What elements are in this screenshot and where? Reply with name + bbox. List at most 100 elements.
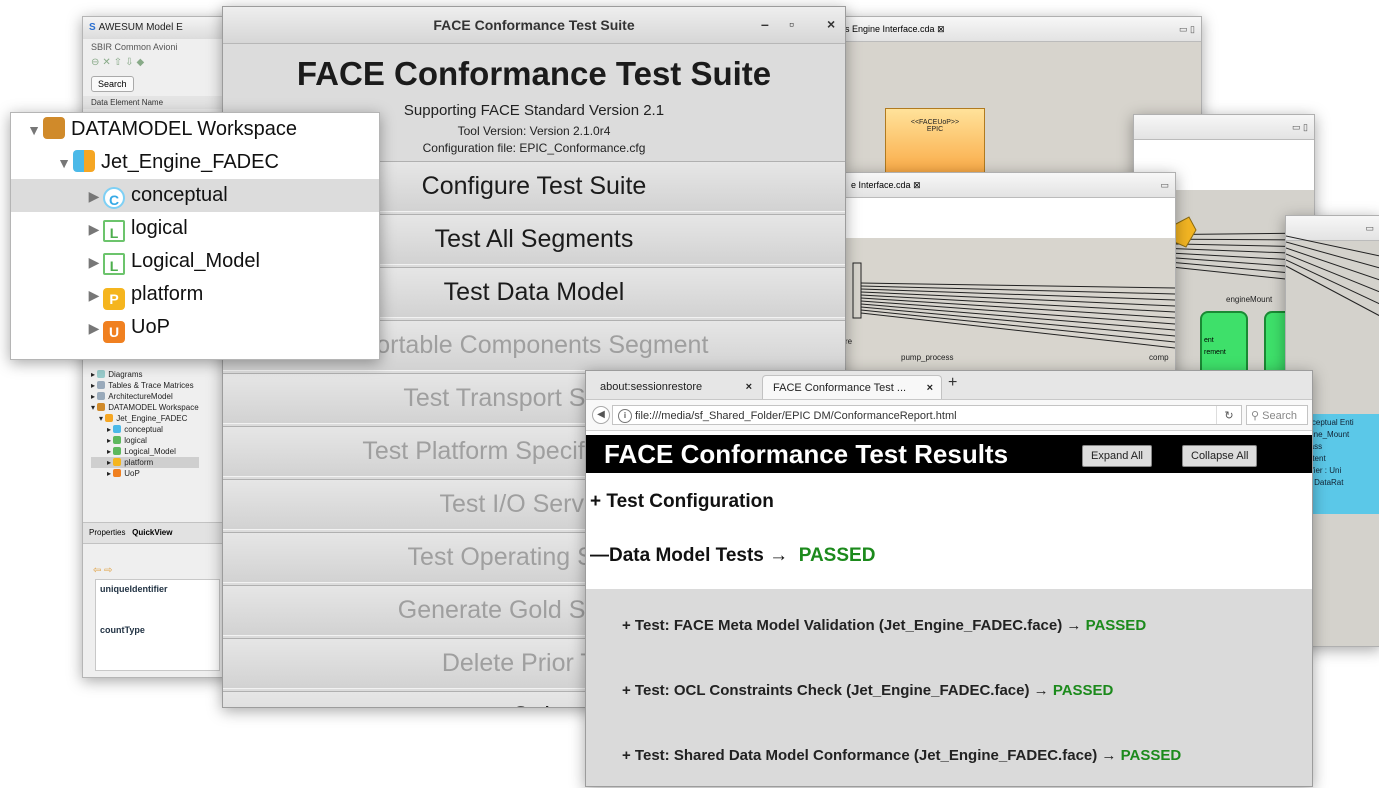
collapse-arrow-icon[interactable]: ▶: [85, 279, 103, 312]
close-tab-icon[interactable]: ×: [746, 375, 752, 399]
nav-arrows-icon[interactable]: ⇦ ⇨: [93, 565, 113, 576]
tree-item-logical-model[interactable]: ▸ Logical_Model: [91, 446, 199, 457]
label-engine-mount: engineMount: [1226, 295, 1273, 304]
status-badge: PASSED: [1120, 747, 1182, 764]
tree-conceptual[interactable]: ▶ Cconceptual: [11, 179, 379, 212]
collapse-arrow-icon[interactable]: ▶: [85, 246, 103, 279]
test-configuration-section[interactable]: + Test Configuration: [590, 491, 774, 513]
uop-icon: U: [103, 321, 125, 343]
workspace-icon: [97, 403, 106, 411]
tree-platform[interactable]: ▶ Pplatform: [11, 278, 379, 311]
window-controls[interactable]: ▭ ▯: [1179, 17, 1195, 41]
project-icon: [73, 150, 95, 172]
close-tab-icon[interactable]: ×: [927, 376, 933, 400]
minimize-icon[interactable]: –: [761, 16, 769, 32]
conceptual-icon: C: [103, 187, 125, 209]
status-badge: PASSED: [798, 545, 876, 566]
close-icon[interactable]: ⊠: [937, 24, 945, 34]
connector-lines: [852, 262, 1175, 349]
report-content: FACE Conformance Test Results Expand All…: [586, 431, 1312, 786]
collapse-arrow-icon[interactable]: ▶: [85, 180, 103, 213]
search-icon: ⚲: [1251, 410, 1260, 422]
workspace-icon: [43, 117, 65, 139]
label-comp: comp: [1149, 353, 1169, 362]
maximize-icon[interactable]: ▫: [789, 16, 794, 32]
diagram-window-2: e Interface.cda ⊠ ▭ pump_process re comp: [844, 172, 1176, 384]
folder-icon: [97, 381, 106, 389]
awesum-search-button[interactable]: Search: [91, 76, 134, 92]
expand-all-button[interactable]: Expand All: [1082, 445, 1152, 467]
awesum-subtitle: SBIR Common Avioni: [91, 42, 178, 52]
reload-icon[interactable]: ↻: [1216, 406, 1241, 424]
awesum-column-header: Data Element Name: [83, 96, 233, 109]
folder-icon: [97, 392, 106, 400]
logical-icon: [113, 436, 122, 444]
new-tab-icon[interactable]: +: [948, 374, 957, 392]
url-bar[interactable]: i file:///media/sf_Shared_Folder/EPIC DM…: [612, 405, 1242, 425]
test-shared-data-model[interactable]: + Test: Shared Data Model Conformance (J…: [622, 747, 1181, 764]
awesum-title: AWESUM Model E: [98, 22, 183, 33]
tree-logical[interactable]: ▶ Llogical: [11, 212, 379, 245]
tree-item-project[interactable]: ▾ Jet_Engine_FADEC: [91, 413, 199, 424]
platform-icon: P: [103, 288, 125, 310]
logical-icon: [113, 447, 122, 455]
test-meta-model-validation[interactable]: + Test: FACE Meta Model Validation (Jet_…: [622, 617, 1146, 634]
platform-icon: [113, 458, 122, 466]
search-input[interactable]: ⚲ Search: [1246, 405, 1308, 425]
awesum-tree: ▸ Diagrams ▸ Tables & Trace Matrices ▸ A…: [91, 369, 199, 479]
browser-tab-conformance[interactable]: FACE Conformance Test ... ×: [762, 375, 942, 399]
data-model-test-list: + Test: FACE Meta Model Validation (Jet_…: [586, 589, 1312, 786]
face-window-title: FACE Conformance Test Suite: [433, 17, 635, 33]
browser-tab-session-restore[interactable]: about:sessionrestore ×: [590, 375, 760, 399]
tree-item-tables[interactable]: ▸ Tables & Trace Matrices: [91, 380, 199, 391]
expand-arrow-icon[interactable]: ▼: [55, 147, 73, 180]
tree-item-architecture[interactable]: ▸ ArchitectureModel: [91, 391, 199, 402]
logical-icon: L: [103, 253, 125, 275]
project-icon: [105, 414, 114, 422]
diagram-tab-1[interactable]: s Engine Interface.cda ⊠ ▭ ▯: [839, 17, 1201, 42]
info-icon[interactable]: i: [618, 409, 632, 423]
tree-workspace[interactable]: ▼ DATAMODEL Workspace: [11, 113, 379, 146]
close-icon[interactable]: ×: [827, 16, 835, 32]
logical-icon: L: [103, 220, 125, 242]
label-re: re: [845, 337, 853, 346]
expand-arrow-icon[interactable]: ▼: [25, 114, 43, 147]
uop-stereotype: <<FACEUoP>>: [910, 119, 960, 126]
face-titlebar: FACE Conformance Test Suite – ▫ ×: [223, 7, 845, 44]
awesum-app-icon: S: [89, 22, 96, 33]
test-ocl-constraints[interactable]: + Test: OCL Constraints Check (Jet_Engin…: [622, 682, 1113, 699]
tree-item-conceptual[interactable]: ▸ conceptual: [91, 424, 199, 435]
tree-logical-model[interactable]: ▶ L Logical_Model: [11, 245, 379, 278]
awesum-view-tabs: Properties QuickView: [83, 522, 233, 544]
data-model-tests-section[interactable]: —Data Model Tests → PASSED: [590, 545, 875, 567]
status-badge: PASSED: [1052, 682, 1114, 699]
tab-properties[interactable]: Properties: [89, 528, 125, 537]
tree-item-logical[interactable]: ▸ logical: [91, 435, 199, 446]
collapse-arrow-icon[interactable]: ▶: [85, 312, 103, 345]
collapse-all-button[interactable]: Collapse All: [1182, 445, 1258, 467]
uop-name: EPIC: [926, 126, 944, 133]
folder-icon: [97, 370, 106, 378]
tree-item-uop[interactable]: ▸ UoP: [91, 468, 199, 479]
uop-icon: [113, 469, 122, 477]
awesum-titlebar: S AWESUM Model E: [83, 17, 233, 39]
field-count-type[interactable]: countType: [95, 621, 220, 671]
tree-item-platform[interactable]: ▸ platform: [91, 457, 199, 468]
tree-project[interactable]: ▼ Jet_Engine_FADEC: [11, 146, 379, 179]
label-pump-process: pump_process: [901, 353, 954, 362]
tab-quickview[interactable]: QuickView: [132, 528, 172, 537]
report-header: FACE Conformance Test Results Expand All…: [586, 435, 1312, 473]
browser-window: about:sessionrestore × FACE Conformance T…: [585, 370, 1313, 787]
collapse-arrow-icon[interactable]: ▶: [85, 213, 103, 246]
face-heading: FACE Conformance Test Suite: [296, 55, 772, 92]
awesum-toolbar-icons[interactable]: ⊖✕⇧⇩◆: [83, 55, 233, 70]
browser-tabstrip: about:sessionrestore × FACE Conformance T…: [586, 371, 1312, 400]
tree-item-diagrams[interactable]: ▸ Diagrams: [91, 369, 199, 380]
status-badge: PASSED: [1085, 617, 1147, 634]
conceptual-icon: [113, 425, 122, 433]
tree-zoom-panel: ▼ DATAMODEL Workspace ▼ Jet_Engine_FADEC ▶…: [10, 112, 380, 360]
tree-item-workspace[interactable]: ▾ DATAMODEL Workspace: [91, 402, 199, 413]
back-icon[interactable]: ◀: [592, 406, 610, 424]
tree-uop[interactable]: ▶ U UoP: [11, 311, 379, 344]
report-title: FACE Conformance Test Results: [604, 439, 1009, 469]
